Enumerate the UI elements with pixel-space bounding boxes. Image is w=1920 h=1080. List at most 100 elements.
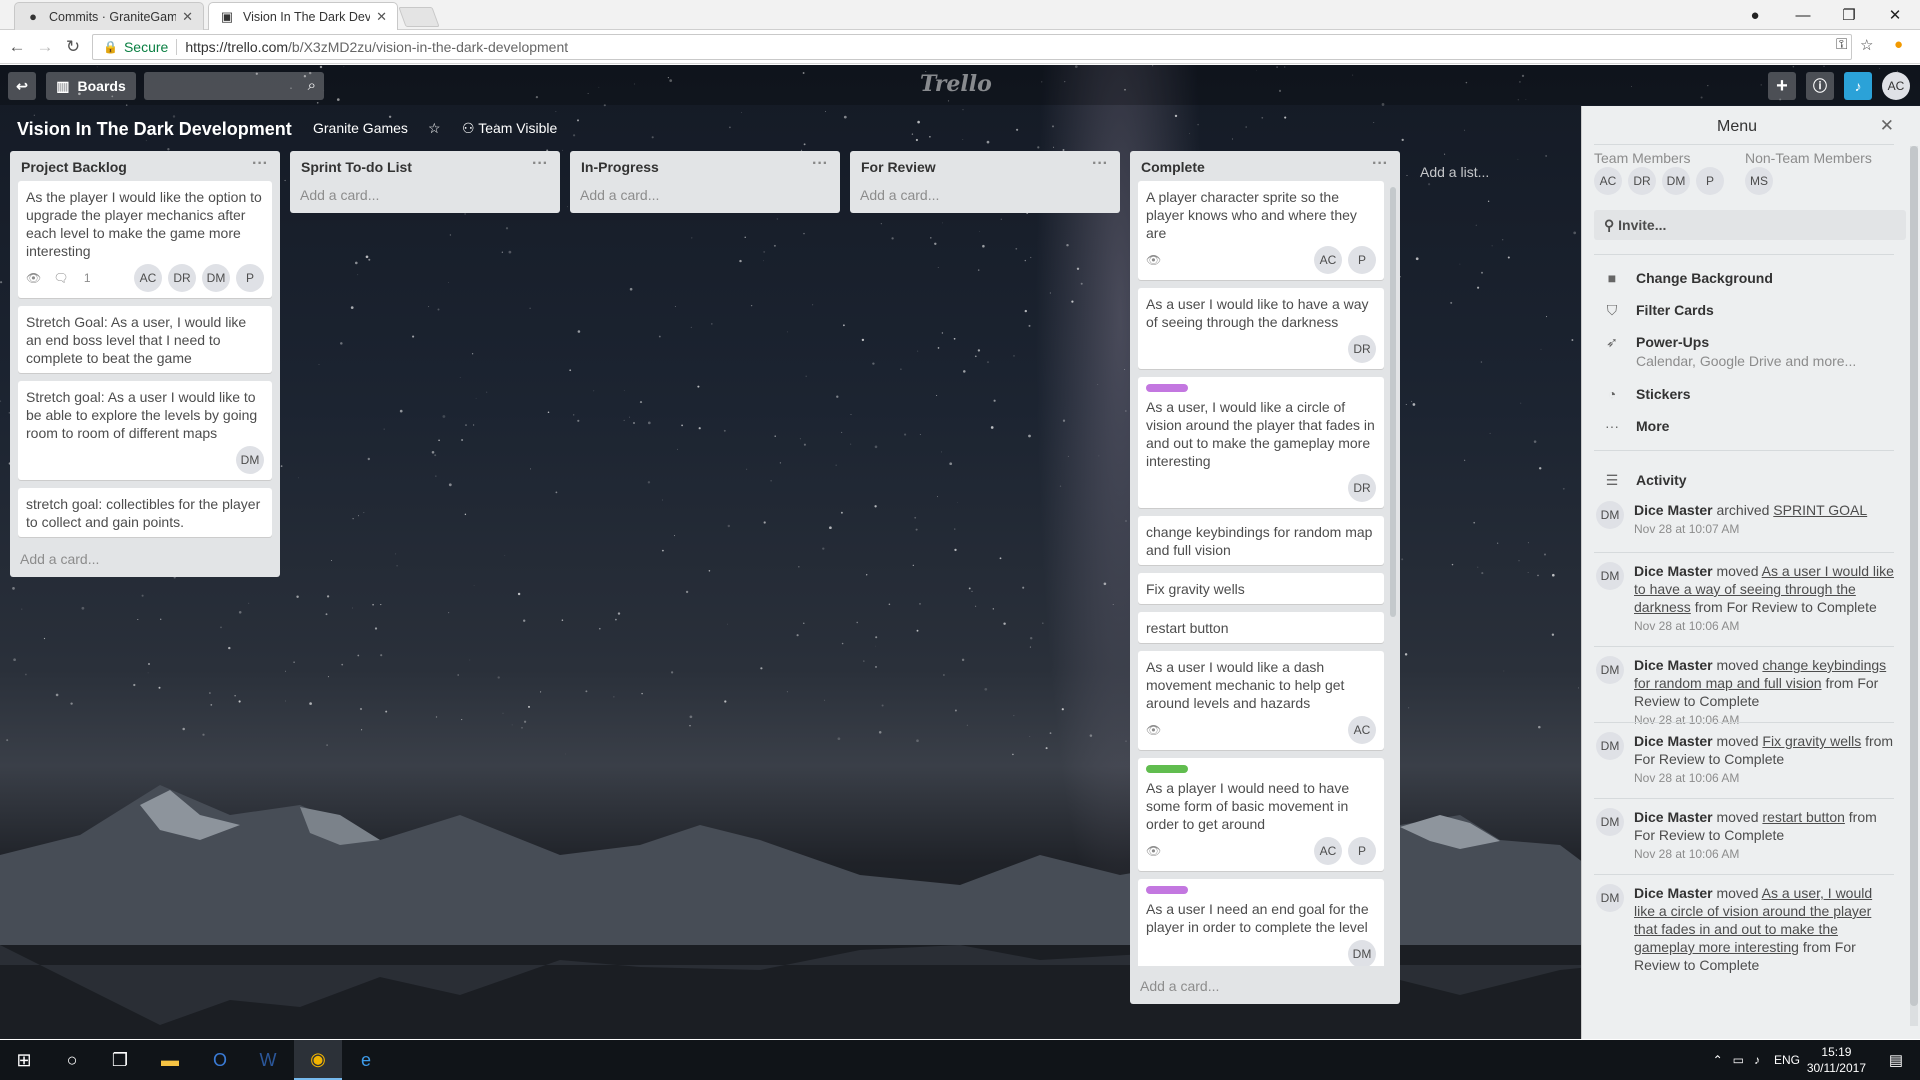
activity-link[interactable]: SPRINT GOAL <box>1773 502 1867 518</box>
list-scrollbar[interactable] <box>1390 187 1396 617</box>
member-avatar[interactable]: DM <box>1596 808 1624 836</box>
member-avatar[interactable]: DR <box>1348 474 1376 502</box>
member-avatar[interactable]: DR <box>1628 167 1656 195</box>
add-card-button[interactable]: Add a card... <box>10 545 280 577</box>
task-view-icon[interactable]: ❐ <box>96 1040 144 1080</box>
member-avatar[interactable]: DM <box>1596 656 1624 684</box>
info-icon[interactable]: ⓘ <box>1806 72 1834 100</box>
action-center-icon[interactable]: ▤ <box>1872 1040 1920 1080</box>
activity-user[interactable]: Dice Master <box>1634 885 1713 901</box>
activity-time[interactable]: Nov 28 at 10:06 AM <box>1634 845 1896 863</box>
menu-scrollbar-thumb[interactable] <box>1910 146 1918 1006</box>
reload-icon[interactable]: ↻ <box>62 36 84 58</box>
url-input[interactable]: 🔒 Secure https://trello.com/b/X3zMD2zu/v… <box>92 34 1852 60</box>
activity-user[interactable]: Dice Master <box>1634 809 1713 825</box>
board-team[interactable]: Granite Games <box>313 120 408 136</box>
word-icon[interactable]: W <box>244 1040 292 1080</box>
activity-link[interactable]: Fix gravity wells <box>1762 733 1861 749</box>
list-header[interactable]: In-Progress ··· <box>570 151 840 181</box>
menu-scrollbar-track[interactable] <box>1910 146 1918 1026</box>
member-avatar[interactable]: AC <box>134 264 162 292</box>
activity-time[interactable]: Nov 28 at 10:06 AM <box>1634 617 1896 635</box>
member-avatar[interactable]: DM <box>236 446 264 474</box>
alert-icon[interactable]: ● <box>1894 36 1903 53</box>
card[interactable]: As a user I would like to have a way of … <box>1138 288 1384 369</box>
member-avatar[interactable]: DM <box>1596 501 1624 529</box>
list-header[interactable]: For Review ··· <box>850 151 1120 181</box>
activity-user[interactable]: Dice Master <box>1634 733 1713 749</box>
member-avatar[interactable]: AC <box>1594 167 1622 195</box>
list-menu-icon[interactable]: ··· <box>1092 155 1108 173</box>
member-avatar[interactable]: DM <box>1596 732 1624 760</box>
member-avatar[interactable]: P <box>1348 837 1376 865</box>
activity-user[interactable]: Dice Master <box>1634 563 1713 579</box>
key-icon[interactable]: ⚿ <box>1836 36 1847 53</box>
add-icon[interactable]: + <box>1768 72 1796 100</box>
chevron-up-icon[interactable]: ⌃ <box>1713 1053 1723 1067</box>
internet-explorer-icon[interactable]: e <box>342 1040 390 1080</box>
maximize-button[interactable]: ❐ <box>1826 0 1872 30</box>
add-list-button[interactable]: Add a list... <box>1420 164 1489 180</box>
list-menu-icon[interactable]: ··· <box>812 155 828 173</box>
volume-icon[interactable]: ♪ <box>1754 1053 1760 1067</box>
member-avatar[interactable]: DR <box>1348 335 1376 363</box>
member-avatar[interactable]: DM <box>202 264 230 292</box>
chrome-icon[interactable]: ◉ <box>294 1040 342 1080</box>
list-menu-icon[interactable]: ··· <box>252 155 268 173</box>
card[interactable]: A player character sprite so the player … <box>1138 181 1384 280</box>
card[interactable]: stretch goal: collectibles for the playe… <box>18 488 272 537</box>
card[interactable]: As the player I would like the option to… <box>18 181 272 298</box>
network-icon[interactable]: ▭ <box>1733 1053 1744 1067</box>
invite-button[interactable]: ⚲ Invite... <box>1594 210 1906 240</box>
stickers-item[interactable]: ◔ Stickers <box>1602 386 1691 402</box>
close-window-button[interactable]: ✕ <box>1872 0 1918 30</box>
trello-logo[interactable]: Trello <box>920 71 992 97</box>
card[interactable]: As a user I would like a dash movement m… <box>1138 651 1384 750</box>
more-item[interactable]: ··· More <box>1602 418 1669 434</box>
member-avatar[interactable]: DM <box>1596 884 1624 912</box>
member-avatar[interactable]: DM <box>1662 167 1690 195</box>
list-header[interactable]: Complete ··· <box>1130 151 1400 181</box>
member-avatar[interactable]: AC <box>1314 837 1342 865</box>
filter-cards-item[interactable]: ⛉ Filter Cards <box>1602 302 1714 319</box>
close-tab-icon[interactable]: ✕ <box>376 9 387 25</box>
add-card-button[interactable]: Add a card... <box>1130 972 1229 1004</box>
team-visible-button[interactable]: ⚇ Team Visible <box>462 120 557 137</box>
cortana-search-icon[interactable]: ○ <box>48 1040 96 1080</box>
back-icon[interactable]: ↩ <box>8 72 36 100</box>
board-title[interactable]: Vision In The Dark Development <box>17 119 292 140</box>
boards-button[interactable]: ▥ Boards <box>46 72 136 100</box>
activity-time[interactable]: Nov 28 at 10:06 AM <box>1634 769 1896 787</box>
member-avatar[interactable]: DM <box>1348 940 1376 966</box>
member-avatar[interactable]: P <box>236 264 264 292</box>
list-menu-icon[interactable]: ··· <box>532 155 548 173</box>
member-avatar[interactable]: DR <box>168 264 196 292</box>
clock[interactable]: 15:19 30/11/2017 <box>1807 1044 1866 1076</box>
activity-user[interactable]: Dice Master <box>1634 657 1713 673</box>
activity-time[interactable]: Nov 28 at 10:06 AM <box>1634 711 1896 729</box>
close-tab-icon[interactable]: ✕ <box>182 9 193 25</box>
forward-arrow-icon[interactable]: → <box>34 36 56 58</box>
add-card-button[interactable]: Add a card... <box>290 181 560 213</box>
card[interactable]: Stretch Goal: As a user, I would like an… <box>18 306 272 373</box>
search-input[interactable]: ⌕ <box>144 72 324 100</box>
member-avatar[interactable]: AC <box>1314 246 1342 274</box>
notifications-bell-icon[interactable]: ♪ <box>1844 72 1872 100</box>
card[interactable]: change keybindings for random map and fu… <box>1138 516 1384 565</box>
activity-user[interactable]: Dice Master <box>1634 502 1713 518</box>
windows-start-icon[interactable]: ⊞ <box>0 1040 48 1080</box>
card[interactable]: Stretch goal: As a user I would like to … <box>18 381 272 480</box>
add-card-button[interactable]: Add a card... <box>570 181 840 213</box>
language-indicator[interactable]: ENG <box>1774 1053 1800 1067</box>
star-icon[interactable]: ☆ <box>428 120 441 137</box>
member-avatar[interactable]: MS <box>1745 167 1773 195</box>
new-tab-button[interactable] <box>398 7 440 27</box>
minimize-button[interactable]: — <box>1780 0 1826 30</box>
close-icon[interactable]: ✕ <box>1880 116 1894 136</box>
activity-link[interactable]: restart button <box>1762 809 1845 825</box>
profile-icon[interactable]: ● <box>1732 0 1778 30</box>
back-arrow-icon[interactable]: ← <box>6 36 28 58</box>
star-icon[interactable]: ☆ <box>1860 36 1873 54</box>
card[interactable]: As a user I need an end goal for the pla… <box>1138 879 1384 966</box>
change-background-item[interactable]: ■ Change Background <box>1602 270 1773 286</box>
